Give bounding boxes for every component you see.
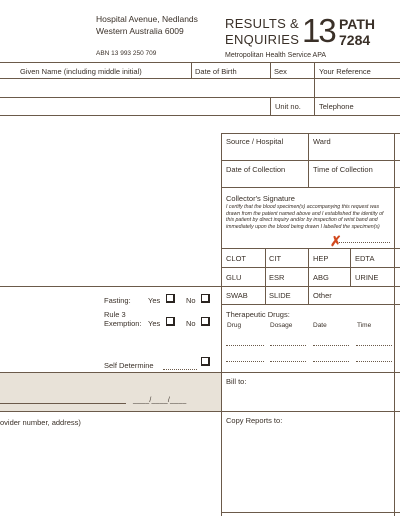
address-line-1: Hospital Avenue, Nedlands <box>96 14 198 24</box>
tube-glu: GLU <box>226 273 242 282</box>
time-line <box>356 361 392 362</box>
fasting-no-checkbox[interactable] <box>201 294 210 303</box>
label-sex: Sex <box>274 67 287 76</box>
divider <box>394 133 395 516</box>
tube-swab: SWAB <box>226 291 248 300</box>
exemption-yes-label: Yes <box>148 319 161 328</box>
exemption-no-checkbox[interactable] <box>201 317 210 326</box>
label-fasting: Fasting: <box>104 296 131 305</box>
tube-edta: EDTA <box>355 254 375 263</box>
abn-text: ABN 13 993 250 709 <box>96 50 157 57</box>
big-number: 13 <box>302 12 337 49</box>
divider <box>270 62 271 78</box>
title-results: RESULTS & <box>225 16 299 31</box>
tube-cit: CIT <box>269 254 282 263</box>
label-therapeutic-drugs: Therapeutic Drugs: <box>226 310 290 319</box>
dosage-line <box>270 345 306 346</box>
label-dob: Date of Birth <box>195 67 237 76</box>
label-telephone: Telephone <box>319 102 354 111</box>
drug-line <box>226 361 264 362</box>
certification-text: I certify that the blood specimen(s) acc… <box>226 204 384 230</box>
tube-abg: ABG <box>313 273 329 282</box>
col-drug: Drug <box>227 322 242 329</box>
divider <box>221 304 400 305</box>
date-line <box>313 361 349 362</box>
divider <box>270 97 271 115</box>
tube-slide: SLIDE <box>269 291 291 300</box>
fasting-yes-checkbox[interactable] <box>166 294 175 303</box>
label-copy-reports: Copy Reports to: <box>226 416 283 425</box>
exemption-yes-checkbox[interactable] <box>166 317 175 326</box>
self-determine-line <box>163 369 197 370</box>
label-collectors-signature: Collector's Signature <box>226 194 295 203</box>
divider <box>0 115 400 116</box>
divider <box>221 248 400 249</box>
divider <box>221 133 400 134</box>
drug-line <box>226 345 264 346</box>
tube-urine: URINE <box>355 273 379 282</box>
divider <box>0 97 400 98</box>
tube-clot: CLOT <box>226 254 247 263</box>
label-ward: Ward <box>313 137 331 146</box>
divider <box>191 62 192 78</box>
divider <box>0 411 221 412</box>
col-dosage: Dosage <box>270 322 293 329</box>
label-your-reference: Your Reference <box>319 67 371 76</box>
service-name: Metropolitan Health Service APA <box>225 52 327 59</box>
divider <box>221 187 400 188</box>
divider <box>221 286 400 287</box>
label-time-of-collection: Time of Collection <box>313 165 373 174</box>
date-slashes: ____/____/____ <box>133 397 187 404</box>
tube-hep: HEP <box>313 254 329 263</box>
divider <box>221 267 400 268</box>
divider <box>308 248 309 304</box>
time-line <box>356 345 392 346</box>
divider <box>0 286 221 287</box>
col-time: Time <box>357 322 372 329</box>
tube-other: Other <box>313 291 332 300</box>
divider <box>221 411 400 412</box>
divider <box>221 160 400 161</box>
label-exemption: Exemption: <box>104 319 142 328</box>
label-source-hospital: Source / Hospital <box>226 137 284 146</box>
label-provider: ovider number, address) <box>0 418 81 427</box>
signature-underline <box>0 403 126 404</box>
self-determine-checkbox[interactable] <box>201 357 210 366</box>
divider <box>0 78 400 79</box>
dosage-line <box>270 361 306 362</box>
label-unit-no: Unit no. <box>275 102 301 111</box>
cross-mark-icon: ✗ <box>330 233 342 249</box>
signature-line <box>336 242 390 243</box>
divider <box>314 62 315 115</box>
label-rule3: Rule 3 <box>104 310 126 319</box>
fasting-no-label: No <box>186 296 196 305</box>
fasting-yes-label: Yes <box>148 296 161 305</box>
title-enquiries: ENQUIRIES <box>225 32 300 47</box>
label-self-determine: Self Determine <box>104 361 154 370</box>
label-given-name: Given Name (including middle initial) <box>20 67 142 76</box>
divider <box>265 248 266 304</box>
label-bill-to: Bill to: <box>226 377 247 386</box>
date-line <box>313 345 349 346</box>
path-label: PATH <box>339 16 376 32</box>
address-line-2: Western Australia 6009 <box>96 26 184 36</box>
divider <box>0 62 400 63</box>
exemption-no-label: No <box>186 319 196 328</box>
divider <box>221 133 222 516</box>
shaded-band <box>0 373 221 411</box>
col-date: Date <box>313 322 327 329</box>
path-number: 7284 <box>339 32 371 48</box>
tube-esr: ESR <box>269 273 285 282</box>
label-date-of-collection: Date of Collection <box>226 165 286 174</box>
divider <box>221 372 400 373</box>
divider <box>221 512 400 513</box>
